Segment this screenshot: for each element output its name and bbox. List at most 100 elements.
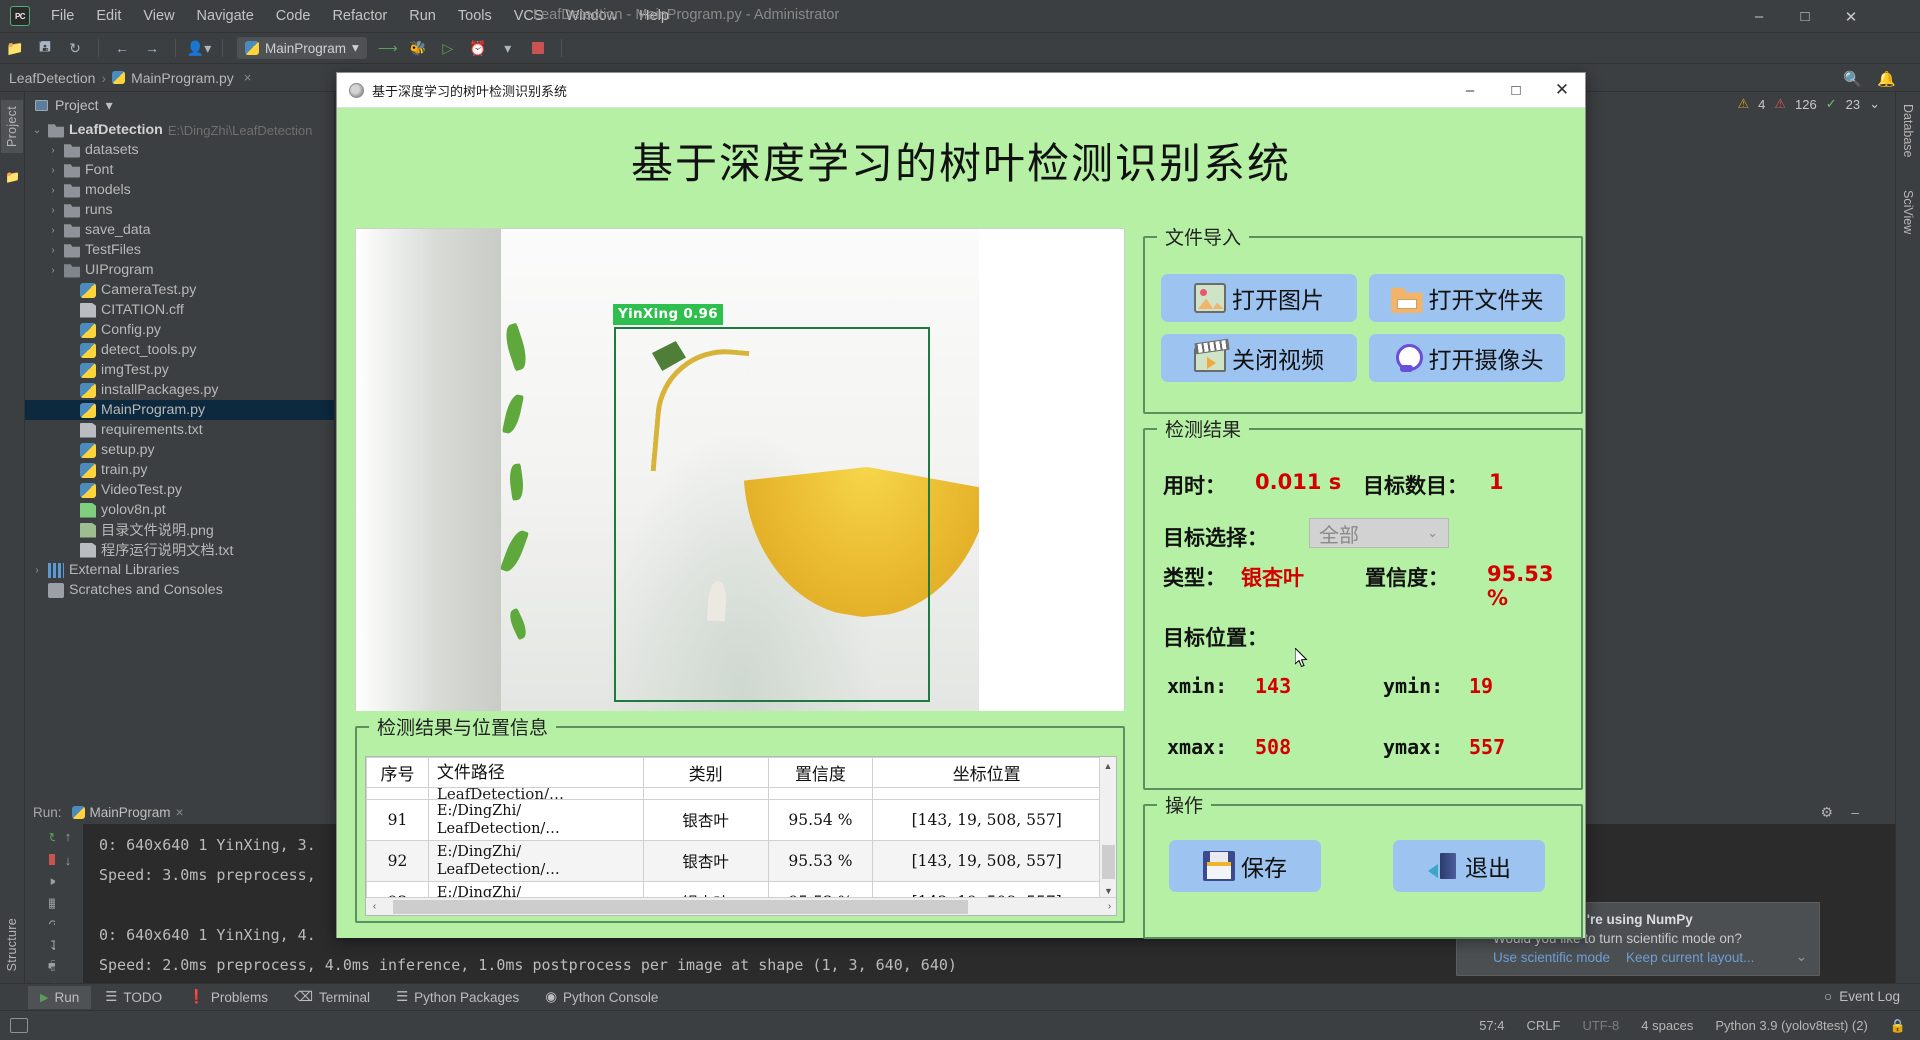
close-video-button[interactable]: 关闭视频	[1161, 334, 1357, 382]
scroll-down-icon[interactable]: ↓	[55, 848, 81, 872]
tree-item-uiprogram[interactable]: › UIProgram	[25, 260, 334, 280]
tree-item-cameratest-py[interactable]: CameraTest.py	[25, 280, 334, 300]
hscroll-track[interactable]	[383, 899, 1101, 914]
toggle-tool-windows-icon[interactable]	[10, 1018, 28, 1033]
tree-item-citation-cff[interactable]: CITATION.cff	[25, 300, 334, 320]
dialog-minimize-button[interactable]: –	[1447, 73, 1493, 108]
indent-setting[interactable]: 4 spaces	[1641, 1018, 1693, 1033]
tree-item-leafdetection[interactable]: ⌄ LeafDetection E:\DingZhi\LeafDetection	[25, 120, 334, 140]
table-row[interactable]: 91 E:/DingZhi/LeafDetection/… 银杏叶 95.54 % [1…	[366, 799, 1101, 841]
bottom-tab-problems[interactable]: ❗ Problems	[176, 985, 280, 1009]
dialog-title-bar[interactable]: 基于深度学习的树叶检测识别系统 – □ ✕	[337, 73, 1585, 108]
vscroll-thumb[interactable]	[1102, 845, 1115, 879]
tree-item-requirements-txt[interactable]: requirements.txt	[25, 420, 334, 440]
lock-icon[interactable]: 🔒	[1890, 1018, 1906, 1034]
tree-item-installpackages-py[interactable]: installPackages.py	[25, 380, 334, 400]
sidebar-tab-sciview[interactable]: SciView	[1897, 184, 1919, 240]
tree-expand-arrow-icon[interactable]: ›	[47, 185, 59, 196]
tree-item-mainprogram-py[interactable]: MainProgram.py	[25, 400, 334, 420]
menu-code[interactable]: Code	[265, 4, 322, 28]
scroll-up-icon[interactable]: ↑	[55, 824, 81, 848]
tree-item-yolov8n-pt[interactable]: yolov8n.pt	[25, 500, 334, 520]
user-icon[interactable]: 👤▾	[186, 37, 212, 59]
results-table-wrapper[interactable]: 序号 文件路径 类别 置信度 坐标位置 LeafDetection/… 91 E:/…	[365, 756, 1117, 916]
tree-item-train-py[interactable]: train.py	[25, 460, 334, 480]
save-all-icon[interactable]: 🖪	[32, 37, 58, 59]
tree-item-font[interactable]: › Font	[25, 160, 334, 180]
project-panel-header[interactable]: Project ▾	[25, 92, 334, 118]
tree-item-imgtest-py[interactable]: imgTest.py	[25, 360, 334, 380]
menu-view[interactable]: View	[132, 4, 185, 28]
notification-bell-icon[interactable]: 🔔	[1877, 70, 1896, 88]
sidebar-tab-project[interactable]: Project	[1, 100, 23, 154]
tree-expand-arrow-icon[interactable]: ›	[47, 225, 59, 236]
table-row-clipped[interactable]: LeafDetection/…	[366, 787, 1101, 800]
breadcrumb-file[interactable]: MainProgram.py	[131, 70, 234, 86]
tree-item--png[interactable]: 目录文件说明.png	[25, 520, 334, 540]
open-project-icon[interactable]: 📁	[2, 37, 28, 59]
gear-icon[interactable]: ⚙	[1820, 804, 1833, 821]
save-button[interactable]: 保存	[1169, 840, 1321, 892]
tree-expand-arrow-icon[interactable]: ›	[47, 205, 59, 216]
tree-item-runs[interactable]: › runs	[25, 200, 334, 220]
tree-item-config-py[interactable]: Config.py	[25, 320, 334, 340]
inspection-widget[interactable]: ⚠ 4 ⚠ 126 ✓ 23 ⌄	[1737, 96, 1880, 112]
menu-edit[interactable]: Edit	[85, 4, 132, 28]
tree-item-setup-py[interactable]: setup.py	[25, 440, 334, 460]
sidebar-tab-database[interactable]: Database	[1897, 98, 1919, 164]
table-horizontal-scrollbar[interactable]: ‹ ›	[366, 897, 1116, 915]
run-icon[interactable]: ⟶	[375, 37, 401, 59]
bottom-tab-terminal[interactable]: ⌫ Terminal	[282, 985, 382, 1009]
tree-item-scratches-and-consoles[interactable]: Scratches and Consoles	[25, 580, 334, 600]
bottom-tab-todo[interactable]: ☰ TODO	[93, 985, 174, 1009]
line-separator[interactable]: CRLF	[1527, 1018, 1561, 1033]
tree-expand-arrow-icon[interactable]: ›	[31, 565, 43, 576]
tree-expand-arrow-icon[interactable]: ›	[47, 245, 59, 256]
target-select-dropdown[interactable]: 全部 ⌄	[1309, 518, 1449, 548]
file-encoding[interactable]: UTF-8	[1582, 1018, 1619, 1033]
tree-item--txt[interactable]: 程序运行说明文档.txt	[25, 540, 334, 560]
tree-item-videotest-py[interactable]: VideoTest.py	[25, 480, 334, 500]
tree-item-models[interactable]: › models	[25, 180, 334, 200]
menu-run[interactable]: Run	[398, 4, 447, 28]
folder-icon[interactable]: 📁	[5, 170, 21, 186]
ide-minimize-button[interactable]: –	[1736, 0, 1782, 33]
menu-tools[interactable]: Tools	[447, 4, 503, 28]
debug-icon[interactable]: 🐝	[405, 37, 431, 59]
scroll-right-icon[interactable]: ›	[1101, 901, 1116, 912]
forward-arrow-icon[interactable]: →	[139, 37, 165, 59]
image-preview[interactable]: YinXing 0.96	[355, 228, 1125, 711]
chevron-down-icon[interactable]: ▾	[106, 97, 113, 114]
stop-icon[interactable]	[525, 37, 551, 59]
tree-item-detect-tools-py[interactable]: detect_tools.py	[25, 340, 334, 360]
tree-item-save-data[interactable]: › save_data	[25, 220, 334, 240]
bottom-tab-python-console[interactable]: ◉ Python Console	[533, 985, 670, 1009]
tree-expand-arrow-icon[interactable]: ⌄	[31, 125, 43, 136]
caret-position[interactable]: 57:4	[1479, 1018, 1504, 1033]
menu-navigate[interactable]: Navigate	[186, 4, 265, 28]
exit-button[interactable]: 退出	[1393, 840, 1545, 892]
open-camera-button[interactable]: 打开摄像头	[1369, 334, 1565, 382]
chevron-down-icon[interactable]: ▾	[495, 37, 521, 59]
event-log-button[interactable]: ○ Event Log	[1824, 989, 1900, 1004]
bottom-tab-run[interactable]: ▶ Run	[28, 985, 92, 1009]
open-folder-button[interactable]: 打开文件夹	[1369, 274, 1565, 322]
close-tab-icon[interactable]: ×	[244, 70, 252, 85]
chevron-down-icon[interactable]: ▾	[352, 40, 359, 56]
table-row[interactable]: 92 E:/DingZhi/LeafDetection/… 银杏叶 95.53 % [1…	[366, 840, 1101, 882]
hscroll-thumb[interactable]	[393, 899, 968, 914]
bottom-tab-python-packages[interactable]: ☰ Python Packages	[384, 985, 531, 1009]
tree-expand-arrow-icon[interactable]: ›	[47, 145, 59, 156]
scroll-left-icon[interactable]: ‹	[366, 901, 383, 912]
menu-refactor[interactable]: Refactor	[321, 4, 398, 28]
table-vertical-scrollbar[interactable]: ▲ ▼	[1099, 757, 1116, 899]
menu-file[interactable]: File	[40, 4, 85, 28]
chevron-down-icon[interactable]: ⌄	[1869, 96, 1880, 112]
run-coverage-icon[interactable]: ▷	[435, 37, 461, 59]
profile-icon[interactable]: ⏰	[465, 37, 491, 59]
close-icon[interactable]: ×	[176, 805, 184, 820]
use-scientific-mode-link[interactable]: Use scientific mode	[1493, 950, 1610, 965]
run-configuration-selector[interactable]: MainProgram ▾	[237, 37, 367, 59]
scroll-up-icon[interactable]: ▲	[1100, 757, 1116, 774]
search-everywhere-icon[interactable]: 🔍	[1843, 70, 1862, 88]
